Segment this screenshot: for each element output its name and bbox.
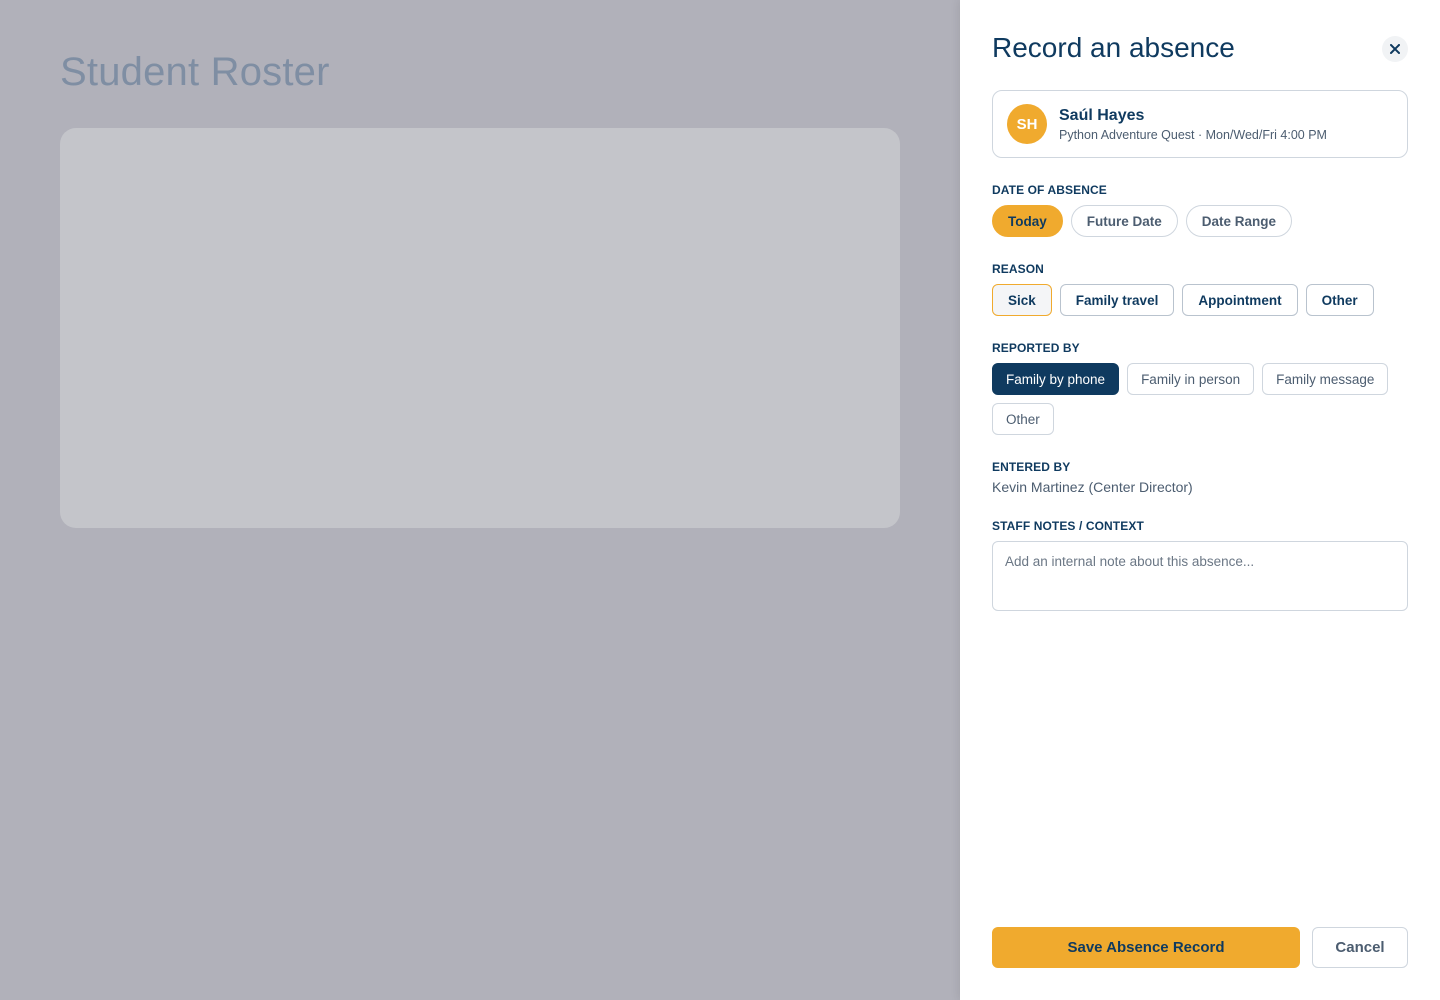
reason-label: REASON [992, 262, 1044, 276]
staff-notes-label: STAFF NOTES / CONTEXT [992, 519, 1144, 533]
background-page: Student Roster [0, 0, 960, 1000]
reported-option-family-message[interactable]: Family message [1262, 363, 1389, 395]
avatar: SH [1007, 104, 1047, 144]
cancel-button[interactable]: Cancel [1312, 927, 1408, 968]
reported-option-family-in-person[interactable]: Family in person [1127, 363, 1255, 395]
date-option-today[interactable]: Today [992, 205, 1063, 237]
date-option-future-date[interactable]: Future Date [1070, 205, 1178, 237]
date-options: Today Future Date Date Range [992, 205, 1408, 237]
close-icon [1390, 44, 1400, 54]
staff-notes-input[interactable] [992, 541, 1408, 611]
reported-option-other[interactable]: Other [992, 403, 1054, 435]
entered-by-label: ENTERED BY [992, 460, 1071, 474]
reason-option-sick[interactable]: Sick [992, 284, 1052, 316]
reason-option-family-travel[interactable]: Family travel [1059, 284, 1175, 316]
page-title: Student Roster [60, 50, 330, 94]
drawer-title: Record an absence [992, 32, 1235, 63]
entered-by-value: Kevin Martinez (Center Director) [992, 479, 1193, 495]
save-absence-button[interactable]: Save Absence Record [992, 927, 1300, 968]
reason-option-other[interactable]: Other [1305, 284, 1374, 316]
close-button[interactable] [1382, 36, 1408, 62]
reported-by-label: REPORTED BY [992, 341, 1080, 355]
student-name: Saúl Hayes [1059, 107, 1145, 124]
absence-drawer: Record an absence SH Saúl Hayes Python A… [960, 0, 1440, 1000]
date-option-date-range[interactable]: Date Range [1185, 205, 1293, 237]
student-card: SH Saúl Hayes Python Adventure Quest · M… [992, 90, 1408, 158]
roster-card-placeholder [60, 128, 900, 528]
reported-option-family-by-phone[interactable]: Family by phone [992, 363, 1120, 395]
student-class-schedule: Python Adventure Quest · Mon/Wed/Fri 4:0… [1059, 128, 1327, 142]
reason-options: Sick Family travel Appointment Other [992, 284, 1408, 316]
reported-by-options: Family by phone Family in person Family … [992, 363, 1408, 435]
reason-option-appointment[interactable]: Appointment [1182, 284, 1298, 316]
date-of-absence-label: DATE OF ABSENCE [992, 183, 1107, 197]
